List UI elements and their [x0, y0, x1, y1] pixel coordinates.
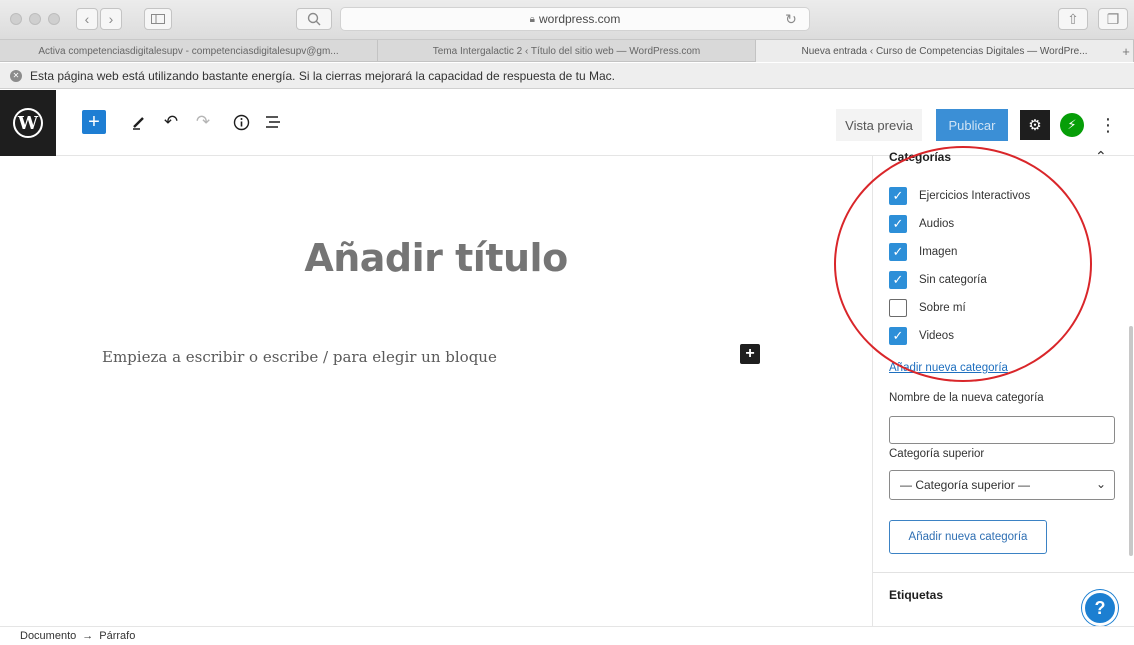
- chevron-up-icon[interactable]: ⌃: [1095, 148, 1107, 165]
- chevron-down-icon: ⌄: [1095, 477, 1106, 491]
- new-tab-button[interactable]: +: [1118, 40, 1134, 62]
- category-item[interactable]: Sobre mí: [889, 298, 966, 318]
- category-item[interactable]: ✓ Ejercicios Interactivos: [889, 186, 1030, 206]
- edit-icon[interactable]: [128, 111, 150, 133]
- category-label: Imagen: [919, 246, 958, 258]
- more-vertical-icon[interactable]: ⋮: [1099, 110, 1117, 140]
- publish-button[interactable]: Publicar: [936, 109, 1008, 141]
- category-label: Audios: [919, 218, 955, 230]
- energy-warning-bar: ✕ Esta página web está utilizando bastan…: [0, 63, 1134, 89]
- checkbox-checked-icon[interactable]: ✓: [889, 271, 907, 289]
- category-label: Ejercicios Interactivos: [919, 190, 1031, 202]
- checkbox-checked-icon[interactable]: ✓: [889, 243, 907, 261]
- panel-divider: [873, 572, 1134, 573]
- zoom-window-button[interactable]: [48, 13, 60, 25]
- close-window-button[interactable]: [10, 13, 22, 25]
- sidebar-toggle-icon[interactable]: [144, 8, 172, 30]
- jetpack-icon[interactable]: ⚡: [1060, 113, 1084, 137]
- parent-category-label: Categoría superior: [889, 448, 985, 460]
- share-icon[interactable]: ⇧: [1058, 8, 1088, 30]
- minimize-window-button[interactable]: [29, 13, 41, 25]
- categories-panel-title[interactable]: Categorías: [889, 150, 951, 164]
- new-category-name-label: Nombre de la nueva categoría: [889, 392, 1044, 404]
- settings-button[interactable]: ⚙: [1020, 110, 1050, 140]
- category-item[interactable]: ✓ Audios: [889, 214, 954, 234]
- back-icon[interactable]: ‹: [76, 8, 98, 30]
- close-warning-icon[interactable]: ✕: [10, 69, 22, 82]
- energy-warning-text: Esta página web está utilizando bastante…: [30, 68, 616, 83]
- editor-toolbar: W + ↶ ↷ Vista previa Publicar ⚙ ⚡ ⋮: [0, 90, 1134, 156]
- gear-icon: ⚙: [1028, 117, 1042, 134]
- category-item[interactable]: ✓ Videos: [889, 326, 954, 346]
- browser-titlebar: ‹ › 🔒︎ wordpress.com ↻ ⇧ ❐: [0, 0, 1134, 40]
- checkbox-checked-icon[interactable]: ✓: [889, 327, 907, 345]
- checkbox-unchecked-icon[interactable]: [889, 299, 907, 317]
- reload-icon[interactable]: ↻: [780, 8, 802, 30]
- help-icon: ?: [1094, 597, 1106, 618]
- tab-new-post[interactable]: Nueva entrada ‹ Curso de Competencias Di…: [756, 40, 1134, 62]
- lock-icon: 🔒︎: [529, 13, 535, 25]
- post-title-placeholder[interactable]: Añadir título: [0, 236, 872, 280]
- wordpress-logo-button[interactable]: W: [0, 90, 56, 156]
- redo-icon[interactable]: ↷: [192, 111, 214, 133]
- category-label: Videos: [919, 330, 954, 342]
- breadcrumb: Documento → Párrafo: [0, 626, 1134, 645]
- list-view-icon[interactable]: [262, 111, 284, 133]
- category-label: Sin categoría: [919, 274, 987, 286]
- category-item[interactable]: ✓ Sin categoría: [889, 270, 987, 290]
- checkbox-checked-icon[interactable]: ✓: [889, 187, 907, 205]
- undo-icon[interactable]: ↶: [160, 111, 182, 133]
- breadcrumb-arrow-icon: →: [82, 630, 94, 642]
- forward-icon[interactable]: ›: [100, 8, 122, 30]
- category-item[interactable]: ✓ Imagen: [889, 242, 957, 262]
- help-button[interactable]: ?: [1082, 590, 1118, 626]
- tags-panel-title[interactable]: Etiquetas: [889, 588, 943, 602]
- tabs-overview-icon[interactable]: ❐: [1098, 8, 1128, 30]
- breadcrumb-paragraph[interactable]: Párrafo: [99, 630, 135, 642]
- search-icon[interactable]: [296, 8, 332, 30]
- wordpress-logo-icon: W: [13, 108, 43, 138]
- preview-button[interactable]: Vista previa: [836, 109, 922, 141]
- checkbox-checked-icon[interactable]: ✓: [889, 215, 907, 233]
- info-icon[interactable]: [230, 111, 252, 133]
- parent-category-value: — Categoría superior —: [900, 478, 1031, 492]
- parent-category-select[interactable]: — Categoría superior — ⌄: [889, 470, 1115, 500]
- sidebar-scrollbar[interactable]: [1129, 326, 1133, 556]
- settings-sidebar: Categorías ⌃ ✓ Ejercicios Interactivos ✓…: [872, 148, 1134, 626]
- address-bar[interactable]: 🔒︎ wordpress.com: [340, 7, 810, 31]
- block-inserter-button[interactable]: +: [740, 344, 760, 364]
- category-label: Sobre mí: [919, 302, 966, 314]
- editor-canvas: Añadir título Empieza a escribir o escri…: [0, 156, 872, 626]
- paragraph-placeholder[interactable]: Empieza a escribir o escribe / para eleg…: [102, 348, 497, 366]
- add-new-category-button[interactable]: Añadir nueva categoría: [889, 520, 1047, 554]
- tab-gmail[interactable]: Activa competenciasdigitalesupv - compet…: [0, 40, 378, 62]
- add-block-button[interactable]: +: [82, 110, 106, 134]
- tab-theme[interactable]: Tema Intergalactic 2 ‹ Título del sitio …: [378, 40, 756, 62]
- address-text: wordpress.com: [538, 12, 621, 26]
- tab-bar: Activa competenciasdigitalesupv - compet…: [0, 40, 1134, 62]
- add-new-category-link[interactable]: Añadir nueva categoría: [889, 362, 1008, 374]
- new-category-name-input[interactable]: [889, 416, 1115, 444]
- breadcrumb-document[interactable]: Documento: [20, 630, 76, 642]
